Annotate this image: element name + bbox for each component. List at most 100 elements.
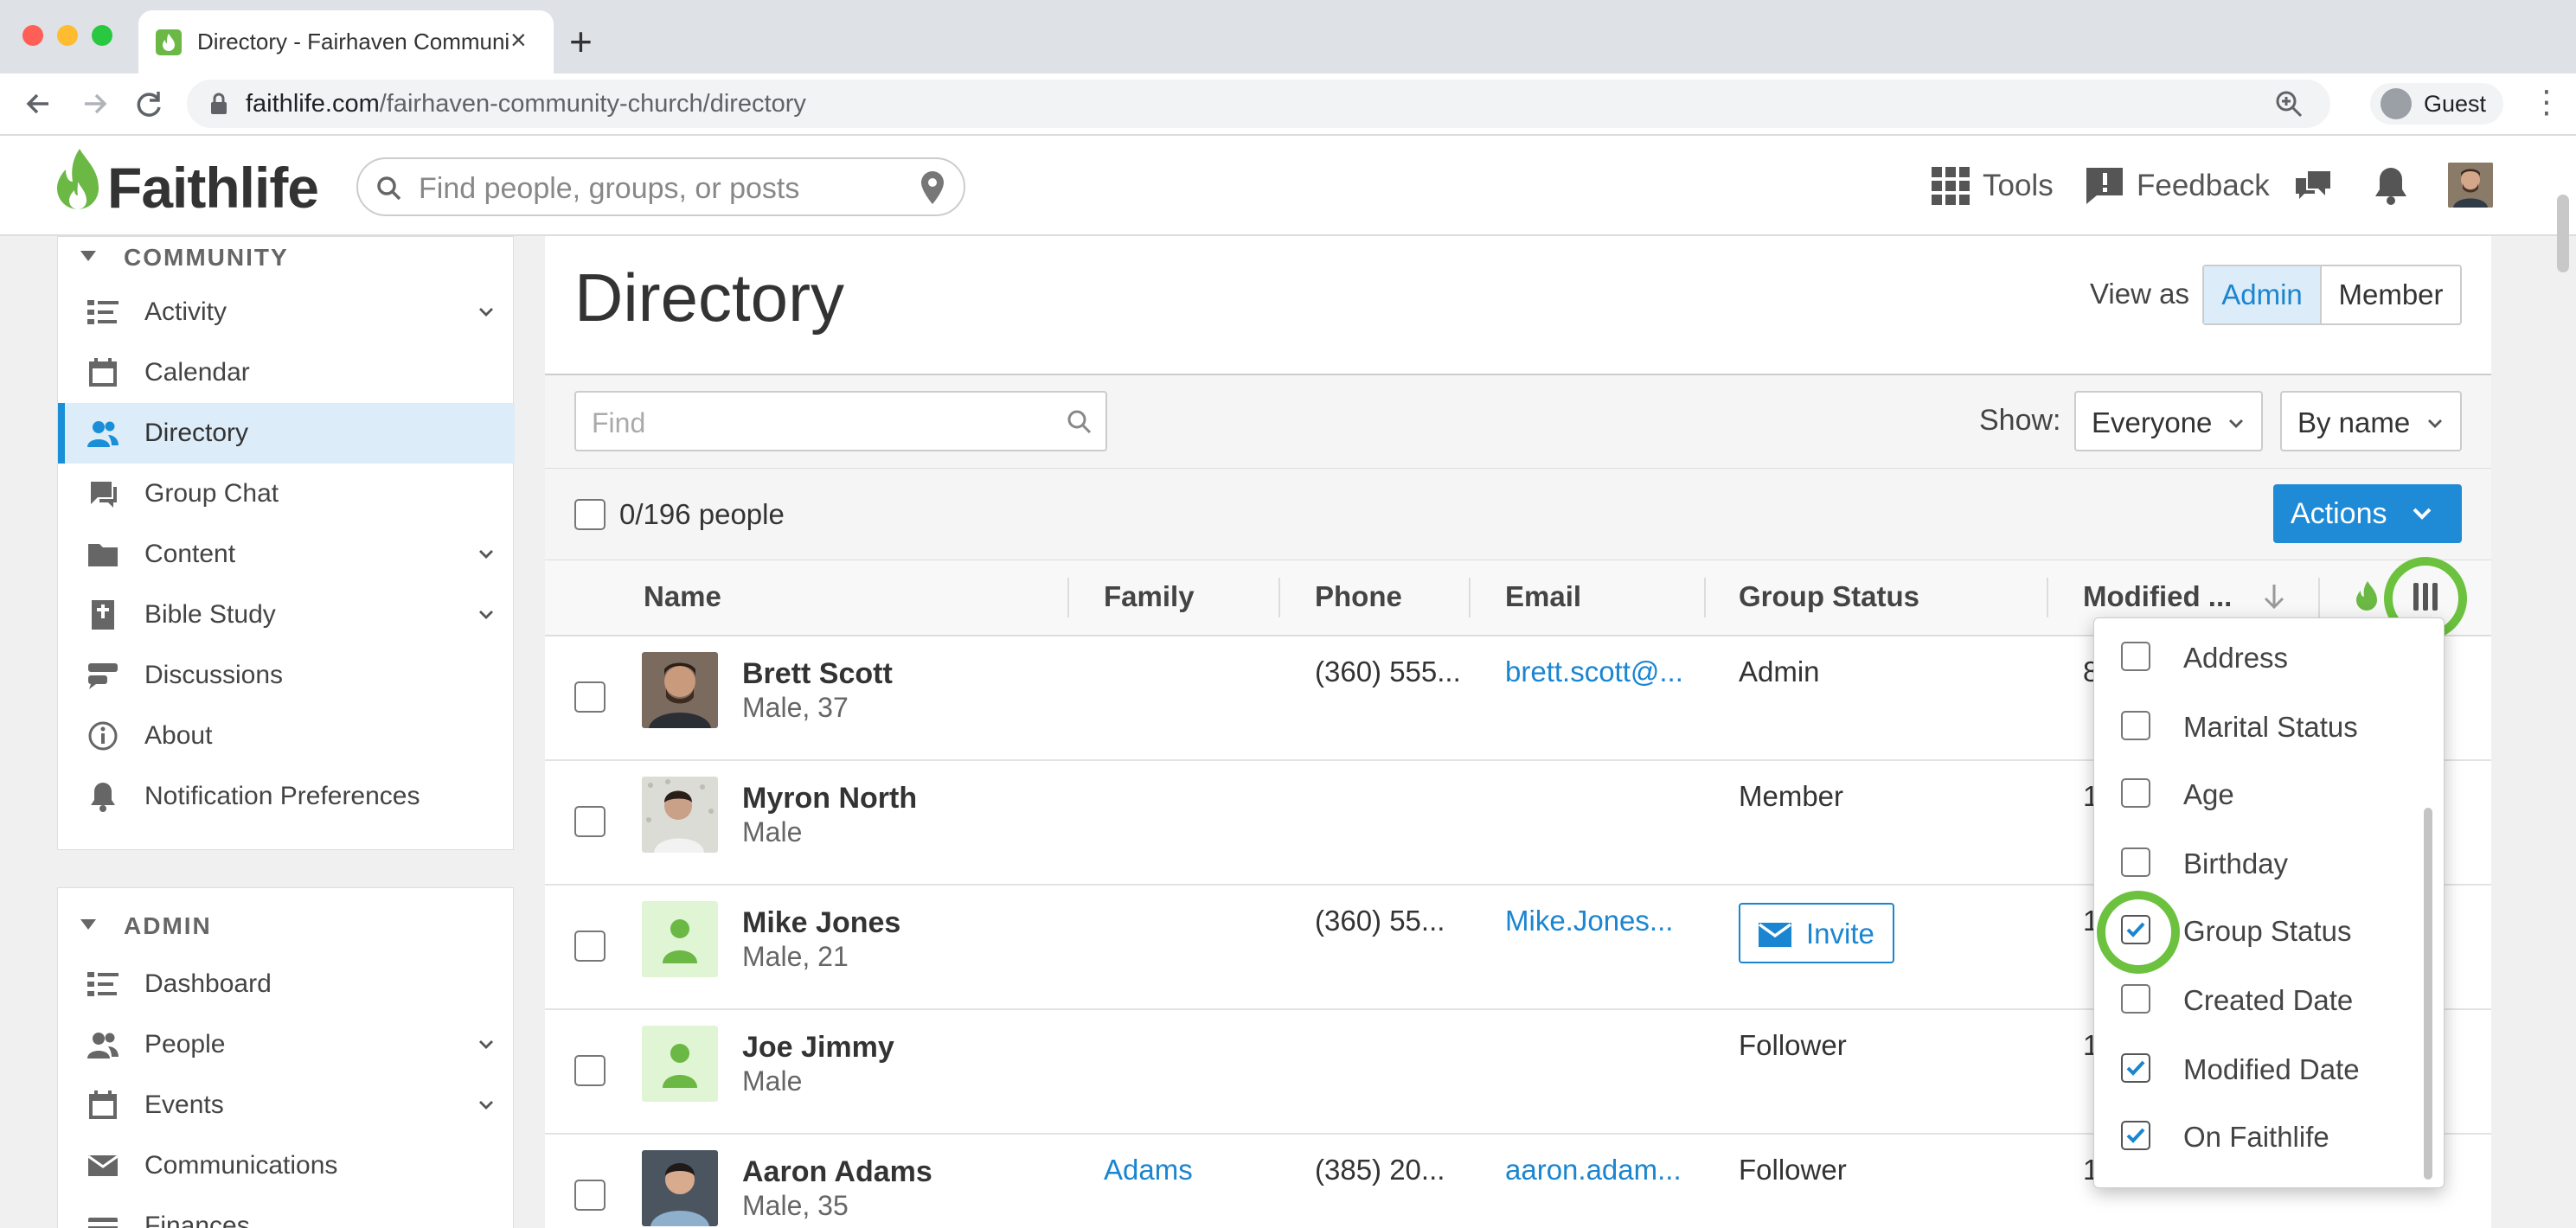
chevron-down-icon[interactable] (478, 1097, 494, 1113)
person-email[interactable]: brett.scott@... (1505, 656, 1695, 688)
row-checkbox[interactable] (574, 931, 606, 962)
find-input[interactable]: Find (574, 391, 1107, 451)
view-as-admin-button[interactable]: Admin (2204, 266, 2322, 323)
chevron-down-icon[interactable] (478, 607, 494, 623)
person-name[interactable]: Mike Jones (742, 906, 900, 940)
sidebar-item-communications[interactable]: Communications (58, 1135, 515, 1196)
column-divider[interactable] (1704, 578, 1706, 617)
person-family[interactable]: Adams (1104, 1154, 1193, 1186)
column-option-marital-status[interactable]: Marital Status (2121, 700, 2415, 752)
avatar[interactable] (642, 1026, 718, 1102)
column-divider[interactable] (1469, 578, 1471, 617)
column-option-birthday[interactable]: Birthday (2121, 837, 2415, 889)
chevron-down-icon[interactable] (478, 1037, 494, 1052)
tab-close-button[interactable]: × (510, 24, 527, 55)
column-option-checkbox[interactable] (2121, 711, 2150, 740)
column-divider[interactable] (2047, 578, 2048, 617)
community-section-header[interactable]: COMMUNITY (58, 237, 515, 280)
faithlife-logo-text[interactable]: Faithlife (107, 149, 319, 227)
sidebar-item-directory[interactable]: Directory (58, 403, 515, 464)
sort-descending-arrow-icon[interactable] (2263, 583, 2285, 611)
column-option-on-faithlife[interactable]: On Faithlife (2121, 1110, 2415, 1162)
column-option-checkbox[interactable] (2121, 778, 2150, 808)
sort-select[interactable]: By name (2280, 391, 2462, 451)
messages-icon[interactable] (2294, 168, 2334, 204)
location-pin-icon[interactable] (919, 169, 946, 206)
reload-icon[interactable] (131, 86, 166, 121)
avatar[interactable] (642, 777, 718, 853)
person-email[interactable]: aaron.adam... (1505, 1154, 1695, 1186)
user-avatar[interactable] (2448, 163, 2493, 208)
column-header-group-status[interactable]: Group Status (1739, 579, 1919, 614)
column-divider[interactable] (1067, 578, 1069, 617)
sidebar-item-finances[interactable]: Finances (58, 1196, 515, 1228)
avatar[interactable] (642, 652, 718, 728)
browser-tab[interactable]: Directory - Fairhaven Community Church × (138, 10, 554, 74)
column-option-age[interactable]: Age (2121, 768, 2415, 820)
faithlife-logo-icon[interactable] (54, 147, 102, 221)
sidebar-item-notification-preferences[interactable]: Notification Preferences (58, 766, 515, 827)
column-divider[interactable] (1278, 578, 1280, 617)
person-name[interactable]: Myron North (742, 782, 917, 815)
sidebar-item-activity[interactable]: Activity (58, 282, 515, 342)
column-header-name[interactable]: Name (644, 579, 721, 614)
sidebar-item-bible-study[interactable]: Bible Study (58, 585, 515, 645)
page-scrollbar[interactable] (2557, 195, 2569, 272)
chevron-down-icon[interactable] (478, 304, 494, 320)
sidebar-item-dashboard[interactable]: Dashboard (58, 954, 515, 1014)
column-option-modified-date[interactable]: Modified Date (2121, 1043, 2415, 1095)
column-header-phone[interactable]: Phone (1315, 579, 1402, 614)
column-option-checkbox[interactable] (2121, 642, 2150, 671)
column-option-address[interactable]: Address (2121, 631, 2415, 683)
person-name[interactable]: Joe Jimmy (742, 1031, 894, 1065)
sidebar-item-about[interactable]: About (58, 706, 515, 766)
browser-menu-icon[interactable]: ⋮ (2531, 85, 2562, 119)
avatar[interactable] (642, 1150, 718, 1226)
admin-section-header[interactable]: ADMIN (58, 905, 515, 949)
sort-value: By name (2297, 406, 2411, 438)
sidebar-item-content[interactable]: Content (58, 524, 515, 585)
column-option-checkbox[interactable] (2121, 847, 2150, 877)
row-checkbox[interactable] (574, 1180, 606, 1211)
person-name[interactable]: Brett Scott (742, 657, 893, 691)
collapse-triangle-icon (80, 919, 96, 930)
person-email[interactable]: Mike.Jones... (1505, 905, 1695, 937)
column-header-family[interactable]: Family (1104, 579, 1195, 614)
sidebar-item-group-chat[interactable]: Group Chat (58, 464, 515, 524)
site-search-input[interactable]: Find people, groups, or posts (356, 157, 965, 216)
sidebar-item-calendar[interactable]: Calendar (58, 342, 515, 403)
column-header-email[interactable]: Email (1505, 579, 1581, 614)
column-divider[interactable] (2318, 578, 2320, 617)
back-arrow-icon[interactable] (21, 86, 55, 121)
show-filter-select[interactable]: Everyone (2074, 391, 2263, 451)
avatar[interactable] (642, 901, 718, 977)
sidebar-item-discussions[interactable]: Discussions (58, 645, 515, 706)
window-close-button[interactable] (22, 25, 43, 46)
community-nav-card: COMMUNITY Activity Calendar Directory Gr… (57, 236, 515, 850)
address-bar[interactable]: faithlife.com/fairhaven-community-church… (187, 80, 2330, 128)
row-checkbox[interactable] (574, 806, 606, 837)
column-picker-scrollbar[interactable] (2424, 808, 2432, 1180)
column-header-modified[interactable]: Modified ... (2083, 579, 2232, 614)
select-all-checkbox[interactable] (574, 499, 606, 530)
forward-arrow-icon[interactable] (78, 86, 112, 121)
zoom-icon[interactable] (2273, 88, 2304, 119)
view-as-member-button[interactable]: Member (2322, 266, 2460, 323)
chevron-down-icon[interactable] (478, 547, 494, 562)
invite-button[interactable]: Invite (1739, 903, 1894, 963)
notifications-bell-icon[interactable] (2374, 166, 2408, 206)
sidebar-item-events[interactable]: Events (58, 1075, 515, 1135)
row-checkbox[interactable] (574, 1055, 606, 1086)
row-checkbox[interactable] (574, 681, 606, 713)
column-option-created-date[interactable]: Created Date (2121, 974, 2415, 1026)
actions-button[interactable]: Actions (2273, 484, 2462, 543)
profile-button[interactable]: Guest (2370, 83, 2503, 125)
person-name[interactable]: Aaron Adams (742, 1155, 932, 1189)
column-option-checkbox[interactable] (2121, 1053, 2150, 1083)
column-option-checkbox[interactable] (2121, 984, 2150, 1014)
window-maximize-button[interactable] (92, 25, 112, 46)
column-option-checkbox[interactable] (2121, 1121, 2150, 1150)
new-tab-button[interactable]: + (569, 17, 593, 66)
sidebar-item-people[interactable]: People (58, 1014, 515, 1075)
window-minimize-button[interactable] (57, 25, 78, 46)
